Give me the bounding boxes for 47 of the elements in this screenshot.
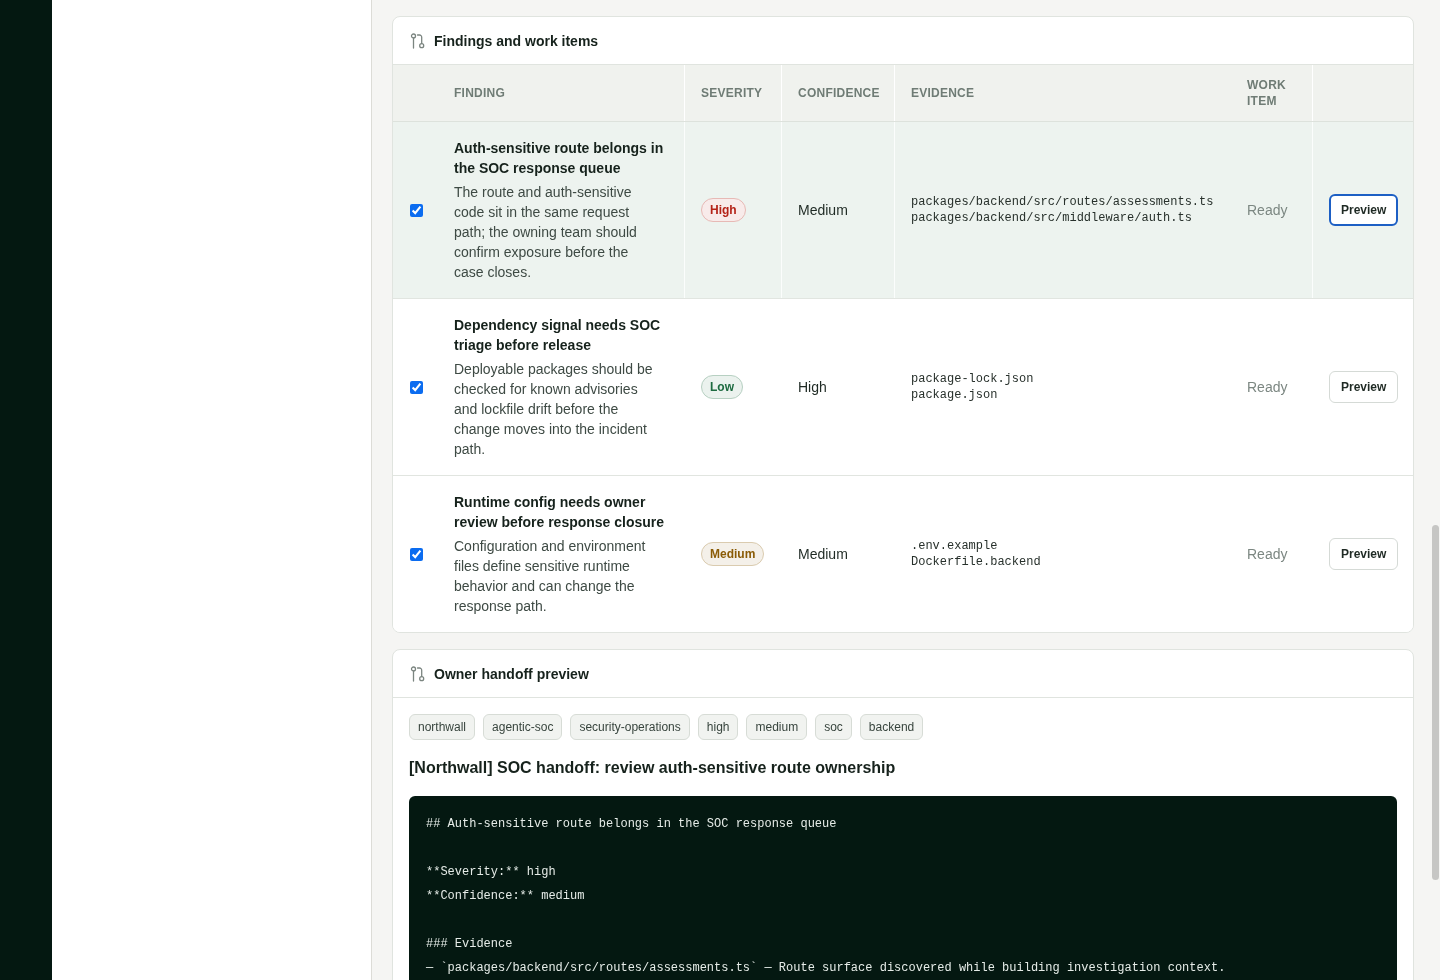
finding-description: Configuration and environment files define sensitive runtime behavior and can change the response path.	[454, 537, 647, 616]
confidence-value: Medium	[798, 545, 848, 564]
pull-request-icon	[410, 32, 425, 49]
confidence-value: High	[798, 378, 827, 397]
finding-description: Deployable packages should be checked for known advisories and lockfile drift before the change moves into the incident path.	[454, 360, 654, 459]
label-chip: medium	[746, 714, 808, 740]
scrollbar-thumb[interactable]	[1432, 525, 1439, 880]
markdown-code-block: ## Auth-sensitive route belongs in the SOC response queue **Severity:** high **Confidence:** medium ### Evidence — `packages/backend/src/routes/assessments.ts` — Route surface discovered while building investigation context.	[409, 796, 1397, 980]
label-chip: high	[697, 714, 739, 740]
finding-title: Dependency signal needs SOC triage before release	[454, 316, 662, 355]
label-chip: backend	[859, 714, 924, 740]
card-title: Findings and work items	[434, 31, 599, 51]
column-header: EVIDENCE	[911, 85, 975, 101]
work-item-status: Ready	[1247, 201, 1288, 220]
finding-title: Auth-sensitive route belongs in the SOC response queue	[454, 139, 665, 178]
work-item-status: Ready	[1247, 545, 1288, 564]
evidence-path: package.json	[911, 387, 999, 403]
label-chip: northwall	[409, 714, 476, 740]
evidence-path: .env.example	[911, 538, 999, 554]
pull-request-icon	[410, 665, 425, 682]
label-chip: agentic-soc	[483, 714, 563, 740]
column-header: WORK ITEM	[1247, 77, 1287, 109]
preview-button[interactable]: Preview	[1329, 371, 1399, 403]
preview-button[interactable]: Preview	[1329, 538, 1399, 570]
work-item-status: Ready	[1247, 378, 1288, 397]
severity-tag: High	[701, 198, 746, 222]
row-checkbox[interactable]	[410, 380, 423, 394]
finding-description: The route and auth-sensitive code sit in the same request path; the owning team should confirm exposure before the case closes.	[454, 183, 638, 282]
handoff-title: [Northwall] SOC handoff: review auth-sensitive route ownership	[409, 758, 897, 778]
evidence-path: package-lock.json	[911, 371, 1035, 387]
card-title: Owner handoff preview	[434, 664, 589, 684]
column-header: SEVERITY	[701, 85, 763, 101]
severity-tag: Low	[701, 375, 743, 399]
confidence-value: Medium	[798, 201, 848, 220]
evidence-path: packages/backend/src/middleware/auth.ts	[911, 210, 1193, 226]
label-chip: security-operations	[570, 714, 690, 740]
column-header: FINDING	[454, 85, 505, 101]
label-chip: soc	[815, 714, 852, 740]
finding-title: Runtime config needs owner review before response closure	[454, 493, 666, 532]
column-header: CONFIDENCE	[798, 85, 880, 101]
severity-tag: Medium	[701, 542, 765, 566]
table-row[interactable]	[438, 122, 1413, 298]
preview-button[interactable]: Preview	[1329, 194, 1399, 226]
evidence-path: packages/backend/src/routes/assessments.ts	[911, 194, 1215, 210]
evidence-path: Dockerfile.backend	[911, 554, 1042, 570]
row-checkbox[interactable]	[410, 547, 423, 561]
row-checkbox[interactable]	[410, 203, 423, 217]
